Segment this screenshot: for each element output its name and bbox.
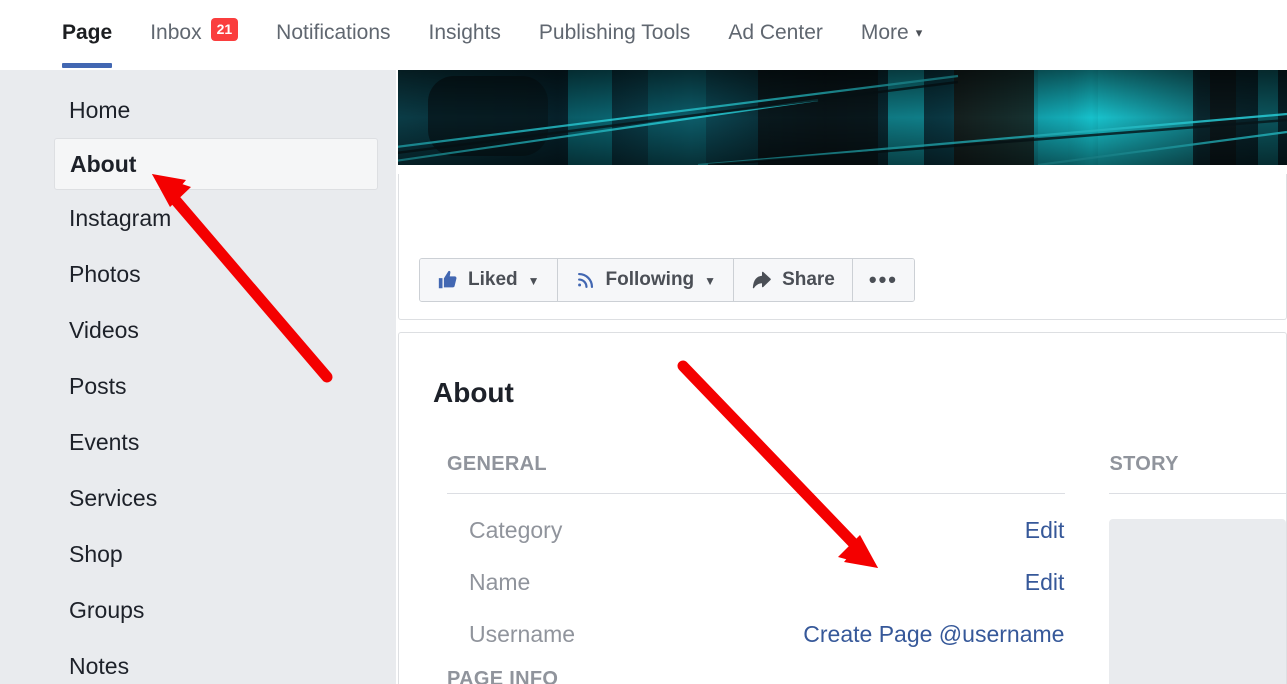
sidebar-item-label: Events [69, 428, 140, 455]
tab-publishing-tools-label: Publishing Tools [538, 21, 691, 44]
tab-insights-label: Insights [428, 21, 501, 44]
following-button[interactable]: Following ▼ [557, 259, 735, 301]
sidebar-item-instagram[interactable]: Instagram [0, 190, 396, 246]
row-label: Username [469, 620, 576, 647]
about-row-category: Category Edit [447, 504, 1065, 556]
sidebar-item-label: Groups [69, 596, 145, 623]
main-content: Liked ▼ Following ▼ Share ••• About GENE… [396, 70, 1287, 684]
create-page-username-link[interactable]: Create Page @username [803, 621, 1065, 648]
top-navigation-bar: Page Inbox 21 Notifications Insights Pub… [0, 0, 1287, 70]
sidebar-item-label: About [70, 150, 137, 177]
tab-ad-center-label: Ad Center [728, 21, 823, 44]
liked-button-label: Liked [468, 269, 518, 290]
edit-category-link[interactable]: Edit [1025, 517, 1066, 544]
sidebar-item-label: Instagram [69, 204, 172, 231]
left-sidebar: Home About Instagram Photos Videos Posts… [0, 70, 396, 684]
story-section-heading: STORY [1109, 453, 1179, 475]
share-arrow-icon [751, 269, 773, 291]
sidebar-item-posts[interactable]: Posts [0, 358, 396, 414]
general-rows: Category Edit Name Edit Username Create … [447, 494, 1065, 660]
sidebar-item-photos[interactable]: Photos [0, 246, 396, 302]
page-info-section-heading: PAGE INFO [447, 668, 559, 684]
about-row-username: Username Create Page @username [447, 608, 1065, 660]
sidebar-item-label: Posts [69, 372, 127, 399]
about-columns: GENERAL Category Edit Name Edit Username [399, 453, 1286, 684]
about-row-name: Name Edit [447, 556, 1065, 608]
ellipsis-icon: ••• [868, 267, 898, 292]
story-divider [1109, 493, 1286, 494]
tab-ad-center[interactable]: Ad Center [728, 0, 823, 70]
row-label: Name [469, 568, 531, 595]
top-nav-items: Page Inbox 21 Notifications Insights Pub… [0, 0, 960, 70]
edit-name-link[interactable]: Edit [1025, 569, 1066, 596]
tab-notifications[interactable]: Notifications [276, 0, 390, 70]
thumbs-up-icon [437, 269, 459, 291]
about-general-column: GENERAL Category Edit Name Edit Username [399, 453, 1066, 684]
about-card: About GENERAL Category Edit Name Edit Us… [398, 332, 1287, 684]
tab-more[interactable]: More ▾ [861, 0, 922, 70]
chevron-down-icon: ▼ [704, 274, 717, 288]
story-placeholder[interactable] [1109, 519, 1286, 684]
sidebar-item-notes[interactable]: Notes [0, 638, 396, 684]
row-label: Category [469, 516, 563, 543]
share-button[interactable]: Share [734, 259, 853, 301]
tab-notifications-label: Notifications [276, 21, 391, 44]
page-root: Page Inbox 21 Notifications Insights Pub… [0, 0, 1287, 684]
liked-button[interactable]: Liked ▼ [420, 259, 558, 301]
tab-page[interactable]: Page [62, 0, 113, 70]
cover-photo[interactable] [398, 70, 1287, 165]
tab-more-label: More [860, 21, 909, 44]
sidebar-item-groups[interactable]: Groups [0, 582, 396, 638]
page-title: About [433, 377, 514, 408]
sidebar-item-label: Notes [69, 652, 130, 679]
sidebar-item-about[interactable]: About [54, 138, 378, 190]
about-story-column: STORY [1065, 453, 1286, 684]
sidebar-item-label: Shop [69, 540, 123, 567]
general-section-heading: GENERAL [447, 453, 547, 475]
sidebar-item-label: Home [69, 96, 131, 123]
sidebar-item-services[interactable]: Services [0, 470, 396, 526]
rss-icon [575, 269, 597, 291]
tab-publishing-tools[interactable]: Publishing Tools [539, 0, 690, 70]
sidebar-item-shop[interactable]: Shop [0, 526, 396, 582]
tab-insights[interactable]: Insights [429, 0, 501, 70]
page-action-button-group: Liked ▼ Following ▼ Share ••• [419, 258, 915, 302]
page-action-card: Liked ▼ Following ▼ Share ••• [398, 174, 1287, 320]
sidebar-item-label: Photos [69, 260, 141, 287]
sidebar-item-label: Services [69, 484, 158, 511]
sidebar-item-events[interactable]: Events [0, 414, 396, 470]
tab-inbox-label: Inbox [150, 21, 202, 44]
sidebar-item-videos[interactable]: Videos [0, 302, 396, 358]
inbox-unread-badge: 21 [210, 18, 239, 41]
more-options-button[interactable]: ••• [852, 259, 914, 301]
tab-inbox[interactable]: Inbox 21 [150, 0, 239, 70]
chevron-down-icon: ▼ [527, 274, 540, 288]
chevron-down-icon: ▾ [915, 25, 923, 40]
cover-photo-image [398, 70, 1287, 165]
share-button-label: Share [782, 269, 835, 290]
sidebar-item-label: Videos [69, 316, 139, 343]
active-tab-indicator [62, 63, 113, 68]
tab-page-label: Page [62, 21, 113, 44]
following-button-label: Following [605, 269, 695, 290]
sidebar-item-home[interactable]: Home [0, 82, 396, 138]
